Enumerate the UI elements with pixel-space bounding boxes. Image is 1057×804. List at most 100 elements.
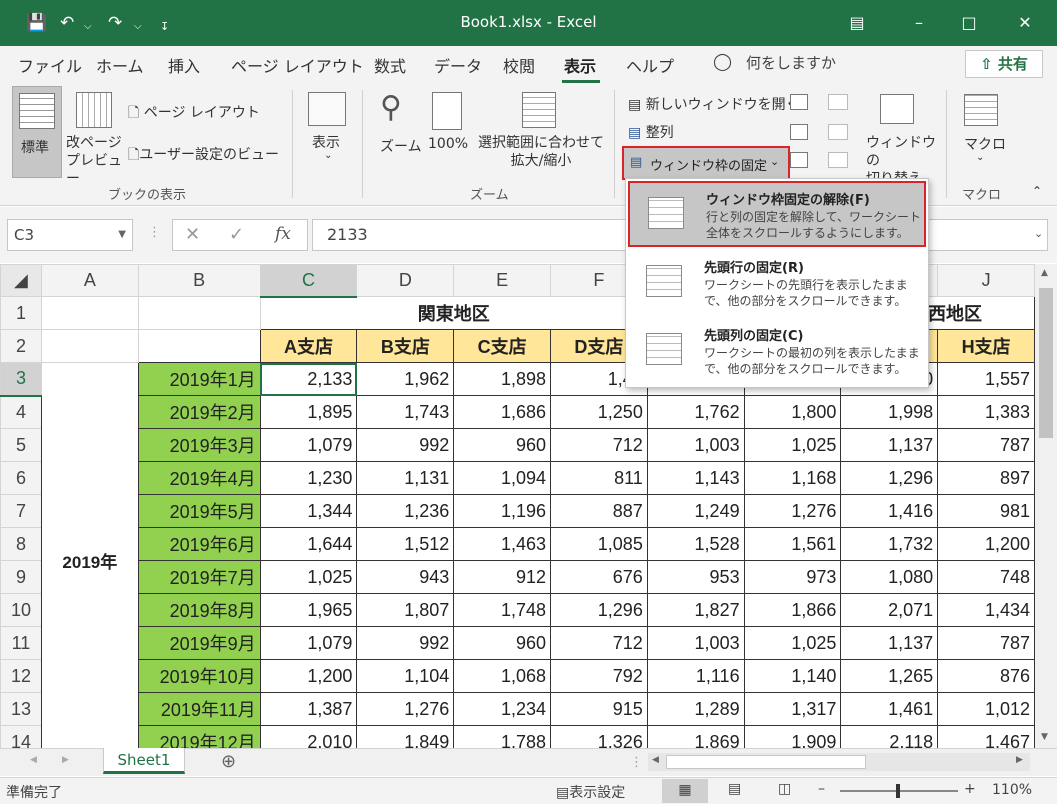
value-cell[interactable]: 676 — [550, 560, 648, 594]
month-cell[interactable]: 2019年12月 — [137, 725, 261, 748]
value-cell[interactable]: 1,025 — [743, 428, 842, 462]
row-header[interactable]: 2 — [0, 329, 42, 363]
month-cell[interactable]: 2019年6月 — [137, 527, 261, 561]
value-cell[interactable]: 1,416 — [840, 494, 939, 528]
value-cell[interactable]: 748 — [937, 560, 1035, 594]
tab-data[interactable]: データ — [434, 53, 482, 77]
row-header[interactable]: 6 — [0, 461, 42, 495]
menu-item-unfreeze-panes[interactable]: ウィンドウ枠固定の解除(F) 行と列の固定を解除して、ワークシート全体をスクロー… — [628, 181, 926, 247]
value-cell[interactable]: 1,561 — [743, 527, 842, 561]
tab-page-layout[interactable]: ページ レイアウト — [231, 53, 364, 77]
value-cell[interactable]: 1,025 — [743, 626, 842, 660]
value-cell[interactable]: 1,085 — [550, 527, 648, 561]
value-cell[interactable]: 960 — [453, 428, 552, 462]
value-cell[interactable]: 1,276 — [743, 494, 842, 528]
value-cell[interactable]: 1,079 — [259, 428, 358, 462]
value-cell[interactable]: 1,080 — [840, 560, 939, 594]
row-header[interactable]: 4 — [0, 395, 42, 429]
row-header[interactable]: 10 — [0, 593, 42, 627]
minimize-icon[interactable]: – — [896, 8, 942, 38]
zoom-slider-thumb[interactable] — [896, 784, 900, 798]
row-header[interactable]: 11 — [0, 626, 42, 660]
new-sheet-icon[interactable]: ⊕ — [221, 751, 236, 772]
value-cell[interactable]: 1,116 — [646, 659, 745, 693]
vertical-scrollbar[interactable]: ▲ ▼ — [1035, 264, 1057, 748]
zoom-level[interactable]: 110% — [992, 782, 1032, 798]
value-cell[interactable]: 1,898 — [453, 362, 552, 396]
tab-file[interactable]: ファイル — [18, 53, 82, 77]
zoom-button[interactable]: ⚲ ズーム — [374, 86, 422, 178]
row-header[interactable]: 7 — [0, 494, 42, 528]
split-icon[interactable] — [790, 94, 808, 110]
value-cell[interactable]: 1,686 — [453, 395, 552, 429]
value-cell[interactable]: 811 — [550, 461, 648, 495]
month-cell[interactable]: 2019年7月 — [137, 560, 261, 594]
value-cell[interactable]: 1,296 — [550, 593, 648, 627]
value-cell[interactable]: 1,326 — [550, 725, 648, 748]
unhide-icon[interactable] — [790, 152, 808, 168]
new-window-button[interactable]: ▤ 新しいウィンドウを開く — [628, 94, 800, 114]
month-cell[interactable]: 2019年10月 — [137, 659, 261, 693]
value-cell[interactable]: 1,094 — [453, 461, 552, 495]
maximize-icon[interactable]: □ — [946, 8, 992, 38]
value-cell[interactable]: 1,467 — [937, 725, 1035, 748]
branch-header[interactable]: C支店 — [453, 329, 552, 363]
value-cell[interactable]: 712 — [550, 626, 648, 660]
tab-insert[interactable]: 挿入 — [168, 53, 200, 77]
insert-function-icon[interactable]: fx — [275, 224, 291, 244]
enter-icon[interactable]: ✓ — [229, 224, 244, 245]
cell[interactable] — [137, 296, 261, 330]
value-cell[interactable]: 1,387 — [259, 692, 358, 726]
month-cell[interactable]: 2019年8月 — [137, 593, 261, 627]
value-cell[interactable]: 912 — [453, 560, 552, 594]
value-cell[interactable]: 1,289 — [646, 692, 745, 726]
page-break-preview-button[interactable]: 改ページ プレビュー — [66, 86, 122, 187]
prev-sheet-icon[interactable]: ◀ — [30, 755, 37, 765]
value-cell[interactable]: 1,140 — [743, 659, 842, 693]
value-cell[interactable]: 1,788 — [453, 725, 552, 748]
scroll-thumb[interactable] — [666, 755, 866, 769]
value-cell[interactable]: 1,250 — [550, 395, 648, 429]
value-cell[interactable]: 915 — [550, 692, 648, 726]
menu-item-freeze-first-column[interactable]: 先頭列の固定(C) ワークシートの最初の列を表示したままで、他の部分をスクロール… — [628, 319, 926, 385]
branch-header[interactable]: H支店 — [937, 329, 1035, 363]
value-cell[interactable]: 992 — [356, 428, 455, 462]
month-cell[interactable]: 2019年11月 — [137, 692, 261, 726]
value-cell[interactable]: 1,317 — [743, 692, 842, 726]
row-header[interactable]: 5 — [0, 428, 42, 462]
next-sheet-icon[interactable]: ▶ — [62, 755, 69, 765]
value-cell[interactable]: 1,104 — [356, 659, 455, 693]
value-cell[interactable]: 1,230 — [259, 461, 358, 495]
value-cell[interactable]: 1,743 — [356, 395, 455, 429]
region-header-kanto[interactable]: 関東地区 — [259, 296, 648, 330]
value-cell[interactable]: 1,434 — [937, 593, 1035, 627]
value-cell[interactable]: 1,512 — [356, 527, 455, 561]
value-cell[interactable]: 792 — [550, 659, 648, 693]
zoom-out-icon[interactable]: – — [818, 781, 825, 797]
view-side-by-side-icon[interactable] — [828, 94, 848, 110]
value-cell[interactable]: 2,071 — [840, 593, 939, 627]
value-cell[interactable]: 1,137 — [840, 626, 939, 660]
branch-header[interactable]: B支店 — [356, 329, 455, 363]
custom-views-button[interactable]: 🗋ユーザー設定のビュー — [128, 144, 279, 168]
menu-item-freeze-top-row[interactable]: 先頭行の固定(R) ワークシートの先頭行を表示したままで、他の部分をスクロールで… — [628, 251, 926, 317]
synchronous-scrolling-icon[interactable] — [828, 124, 848, 140]
value-cell[interactable]: 1,131 — [356, 461, 455, 495]
value-cell[interactable]: 1,732 — [840, 527, 939, 561]
value-cell[interactable]: 1,383 — [937, 395, 1035, 429]
month-cell[interactable]: 2019年1月 — [137, 362, 261, 396]
value-cell[interactable]: 1,965 — [259, 593, 358, 627]
value-cell[interactable]: 1,807 — [356, 593, 455, 627]
value-cell[interactable]: 1,079 — [259, 626, 358, 660]
scroll-thumb[interactable] — [1039, 288, 1053, 438]
row-header[interactable]: 8 — [0, 527, 42, 561]
row-header[interactable]: 9 — [0, 560, 42, 594]
value-cell[interactable]: 943 — [356, 560, 455, 594]
scroll-down-icon[interactable]: ▼ — [1041, 732, 1048, 742]
month-cell[interactable]: 2019年5月 — [137, 494, 261, 528]
value-cell[interactable]: 1,748 — [453, 593, 552, 627]
tell-me-search[interactable]: 何をしますか — [746, 52, 836, 73]
value-cell[interactable]: 2,118 — [840, 725, 939, 748]
column-header[interactable]: B — [137, 264, 261, 297]
zoom-to-selection-button[interactable]: 選択範囲に合わせて 拡大/縮小 — [476, 86, 606, 178]
